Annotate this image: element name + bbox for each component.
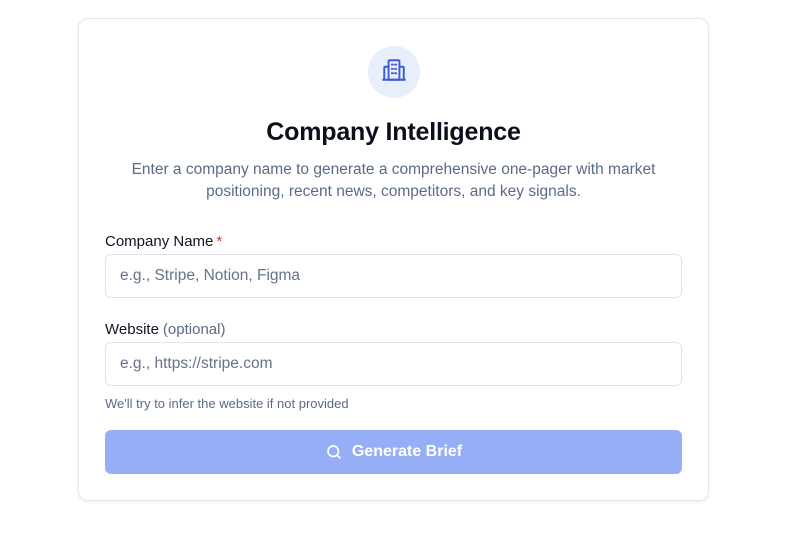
search-icon: [325, 443, 343, 461]
required-marker: *: [216, 233, 223, 250]
generate-brief-label: Generate Brief: [351, 443, 463, 460]
subtitle-line-1: Enter a company name to generate a compr…: [131, 161, 656, 178]
website-hint: We'll try to infer the website if not pr…: [105, 396, 349, 411]
website-input[interactable]: [105, 342, 682, 386]
optional-note: (optional): [162, 321, 226, 338]
company-intelligence-card: Company Intelligence Enter a company nam…: [78, 18, 709, 501]
company-name-label-text: Company Name: [105, 233, 214, 250]
generate-brief-button[interactable]: Generate Brief: [105, 430, 682, 474]
company-name-label: Company Name *: [105, 233, 222, 250]
logo-badge: [368, 46, 420, 98]
website-label-text: Website: [105, 321, 159, 338]
page-subtitle: Enter a company name to generate a compr…: [119, 159, 668, 203]
company-name-input[interactable]: [105, 254, 682, 298]
building-icon: [381, 57, 407, 88]
website-label: Website (optional): [105, 321, 225, 338]
subtitle-line-2: positioning, recent news, competitors, a…: [206, 183, 581, 200]
page-title: Company Intelligence: [266, 118, 521, 146]
